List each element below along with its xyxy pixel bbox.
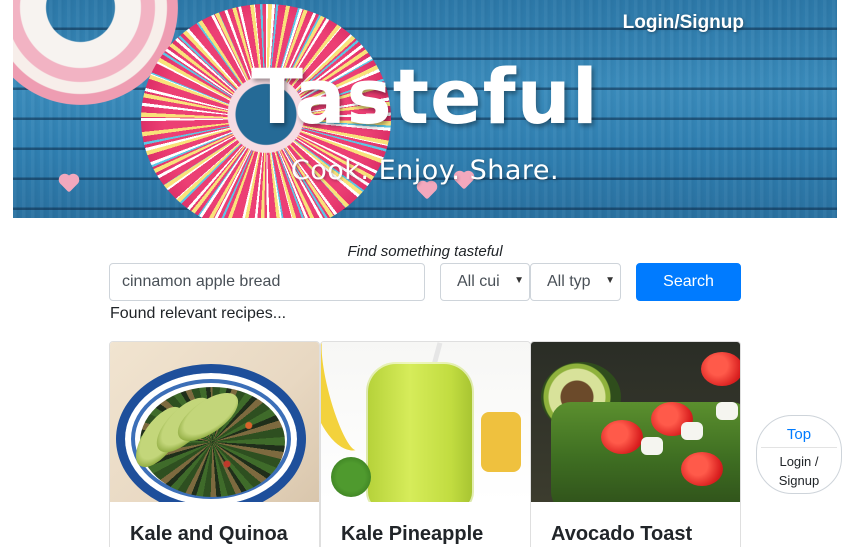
cuisine-select[interactable]: All cui ▼ [440,263,530,301]
search-heading: Find something tasteful [347,243,503,260]
recipe-title[interactable]: Avocado Toast [551,523,692,546]
site-title: Tasteful [251,52,599,141]
search-button[interactable]: Search [636,263,741,301]
recipe-image[interactable] [321,342,530,502]
type-select-value: All typ [547,273,591,290]
recipe-image[interactable] [531,342,740,502]
recipe-title[interactable]: Kale Pineapple [341,523,483,546]
caret-down-icon: ▼ [514,275,524,286]
recipe-title[interactable]: Kale and Quinoa [130,523,288,546]
caret-down-icon: ▼ [605,275,615,286]
search-result-status: Found relevant recipes... [110,305,287,322]
recipe-image[interactable] [110,342,319,502]
recipe-card[interactable]: Kale Pineapple [320,341,531,547]
login-signup-link[interactable]: Login/Signup [623,12,744,34]
search-input[interactable] [109,263,425,301]
back-to-top-link[interactable]: Top [757,426,841,443]
recipe-card[interactable]: Avocado Toast [530,341,741,547]
floating-login-link[interactable]: Login / Signup [757,452,841,490]
type-select[interactable]: All typ ▼ [530,263,621,301]
hero-banner: Tasteful Cook. Enjoy. Share. Login/Signu… [13,0,837,218]
cuisine-select-value: All cui [457,273,500,290]
site-tagline: Cook. Enjoy. Share. [290,155,560,186]
divider [761,447,837,448]
recipe-card[interactable]: Kale and Quinoa [109,341,320,547]
floating-nav: Top Login / Signup [756,415,842,494]
